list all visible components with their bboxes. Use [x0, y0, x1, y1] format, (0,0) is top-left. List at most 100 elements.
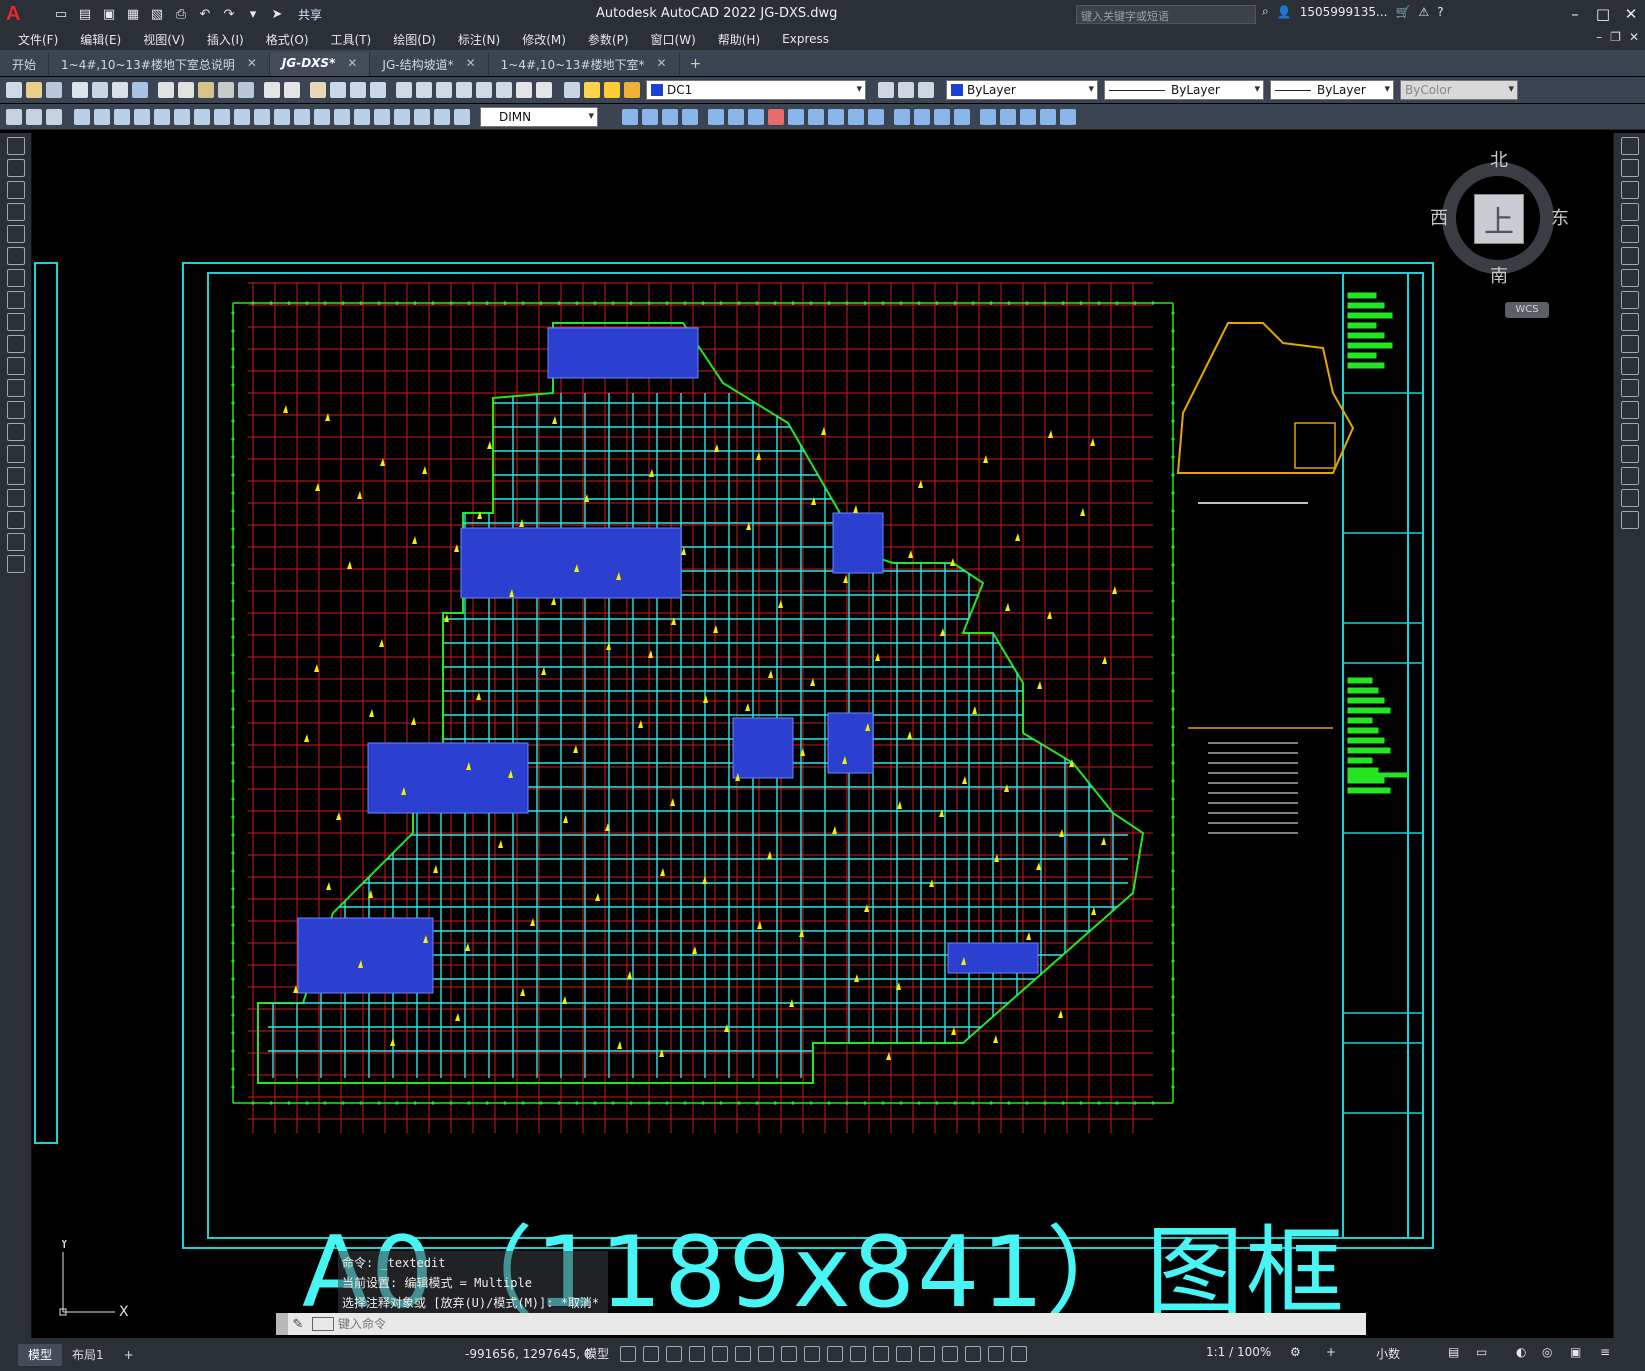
stretch-icon[interactable]: [1621, 313, 1639, 331]
gradient-icon[interactable]: [7, 467, 25, 485]
annotation-visibility-icon[interactable]: [988, 1346, 1004, 1362]
transparency-icon[interactable]: [850, 1346, 866, 1362]
block-editor-icon[interactable]: [238, 82, 254, 98]
copy-object-icon[interactable]: [1621, 159, 1639, 177]
offset-icon[interactable]: [1621, 203, 1639, 221]
modify-tool-14-icon[interactable]: [894, 108, 910, 125]
a360-icon[interactable]: ⚠: [1418, 5, 1429, 19]
properties-icon[interactable]: [396, 82, 412, 98]
dimstyle-dropdown[interactable]: DIMN: [480, 106, 598, 127]
menu-format[interactable]: 格式(O): [266, 31, 309, 48]
print-icon[interactable]: [72, 82, 88, 98]
customization-icon[interactable]: ≡: [1600, 1345, 1610, 1359]
color-dropdown[interactable]: ByLayer: [946, 80, 1098, 100]
cut-icon[interactable]: [158, 82, 174, 98]
jogged-dim-icon[interactable]: [174, 108, 190, 125]
design-center-icon[interactable]: [416, 82, 432, 98]
isolate-objects-icon[interactable]: ◐: [1516, 1345, 1526, 1359]
match-properties-icon[interactable]: [218, 82, 234, 98]
modify-tool-16-icon[interactable]: [934, 108, 950, 125]
erase-icon[interactable]: [1621, 137, 1639, 155]
save-as-icon[interactable]: ▦: [124, 5, 142, 23]
lineweight-icon[interactable]: [827, 1346, 843, 1362]
preview-icon[interactable]: [92, 82, 108, 98]
search-icon[interactable]: ⌕: [1262, 4, 1269, 19]
menu-help[interactable]: 帮助(H): [718, 31, 760, 48]
menu-view[interactable]: 视图(V): [143, 31, 185, 48]
move-icon[interactable]: [1621, 247, 1639, 265]
menu-parametric[interactable]: 参数(P): [588, 31, 629, 48]
modify-tool-18-icon[interactable]: [980, 108, 996, 125]
modify-tool-8-icon[interactable]: [768, 108, 784, 125]
dynamic-input-icon[interactable]: [689, 1346, 705, 1362]
polyline-icon[interactable]: [7, 181, 25, 199]
auto-scale-icon[interactable]: [1011, 1346, 1027, 1362]
graphics-performance-icon[interactable]: ◎: [1542, 1345, 1552, 1359]
gizmo-icon[interactable]: [965, 1346, 981, 1362]
modify-tool-7-icon[interactable]: [748, 108, 764, 125]
new-icon[interactable]: [6, 82, 22, 98]
insert-block-icon[interactable]: [7, 379, 25, 397]
open-file-icon[interactable]: ▤: [76, 5, 94, 23]
baseline-dim-icon[interactable]: [254, 108, 270, 125]
linetype-dropdown[interactable]: ByLayer: [1104, 80, 1264, 100]
close-icon[interactable]: ✕: [466, 56, 476, 76]
isodraft-icon[interactable]: [758, 1346, 774, 1362]
object-snap-tracking-icon[interactable]: [781, 1346, 797, 1362]
styles-icon[interactable]: [6, 108, 22, 125]
revcloud-icon[interactable]: [7, 291, 25, 309]
rotate-icon[interactable]: [1621, 269, 1639, 287]
ortho-icon[interactable]: [712, 1346, 728, 1362]
lock-ui-icon[interactable]: ▭: [1476, 1345, 1487, 1359]
diameter-dim-icon[interactable]: [194, 108, 210, 125]
wcs-menu[interactable]: WCS: [1505, 302, 1549, 318]
annotation-monitor-icon[interactable]: +: [1326, 1345, 1336, 1359]
undo-icon[interactable]: ↶: [196, 5, 214, 23]
3d-osnap-icon[interactable]: [896, 1346, 912, 1362]
workspace-icon[interactable]: ⚙: [1290, 1345, 1301, 1359]
close-icon[interactable]: ✕: [247, 56, 257, 76]
share-button[interactable]: 共享: [298, 6, 322, 23]
compass-south[interactable]: 南: [1490, 262, 1508, 288]
user-name[interactable]: 1505999135...: [1300, 5, 1388, 19]
model-viewport[interactable]: [33, 133, 1612, 1338]
tab-ramp[interactable]: JG-结构坡道* ✕: [370, 52, 489, 76]
region-icon[interactable]: [7, 489, 25, 507]
compass-east[interactable]: 东: [1551, 204, 1569, 230]
drawing-canvas[interactable]: [33, 133, 1612, 1338]
modify-tool-21-icon[interactable]: [1040, 108, 1056, 125]
array-icon[interactable]: [1621, 225, 1639, 243]
compass-west[interactable]: 西: [1430, 204, 1448, 230]
spline-icon[interactable]: [7, 313, 25, 331]
break-at-point-icon[interactable]: [1621, 379, 1639, 397]
web-icon[interactable]: [132, 82, 148, 98]
grid-icon[interactable]: [620, 1346, 636, 1362]
quickcalc-icon[interactable]: [496, 82, 512, 98]
layer-states-icon[interactable]: [918, 82, 934, 98]
center-mark-icon[interactable]: [354, 108, 370, 125]
point-icon[interactable]: [7, 423, 25, 441]
modify-tool-10-icon[interactable]: [808, 108, 824, 125]
line-tool-icon[interactable]: [7, 137, 25, 155]
quick-properties-icon[interactable]: ▤: [1448, 1345, 1459, 1359]
table-icon[interactable]: [7, 511, 25, 529]
inspection-icon[interactable]: [374, 108, 390, 125]
add-layout-button[interactable]: +: [114, 1344, 144, 1366]
ellipse-arc-icon[interactable]: [7, 357, 25, 375]
zoom-window-icon[interactable]: [350, 82, 366, 98]
modify-tool-3-icon[interactable]: [662, 108, 678, 125]
continue-dim-icon[interactable]: [274, 108, 290, 125]
quick-dim-icon[interactable]: [234, 108, 250, 125]
selection-cycling-icon[interactable]: [873, 1346, 889, 1362]
table-style-icon[interactable]: [46, 108, 62, 125]
doc-restore-icon[interactable]: ❐: [1610, 30, 1621, 44]
save-icon[interactable]: [46, 82, 62, 98]
extend-icon[interactable]: [1621, 357, 1639, 375]
selection-filter-icon[interactable]: [942, 1346, 958, 1362]
modify-tool-4-icon[interactable]: [682, 108, 698, 125]
menu-modify[interactable]: 修改(M): [522, 31, 566, 48]
menu-file[interactable]: 文件(F): [18, 31, 58, 48]
make-block-icon[interactable]: [7, 401, 25, 419]
close-button[interactable]: ✕: [1617, 0, 1645, 28]
minimize-button[interactable]: –: [1561, 0, 1589, 28]
